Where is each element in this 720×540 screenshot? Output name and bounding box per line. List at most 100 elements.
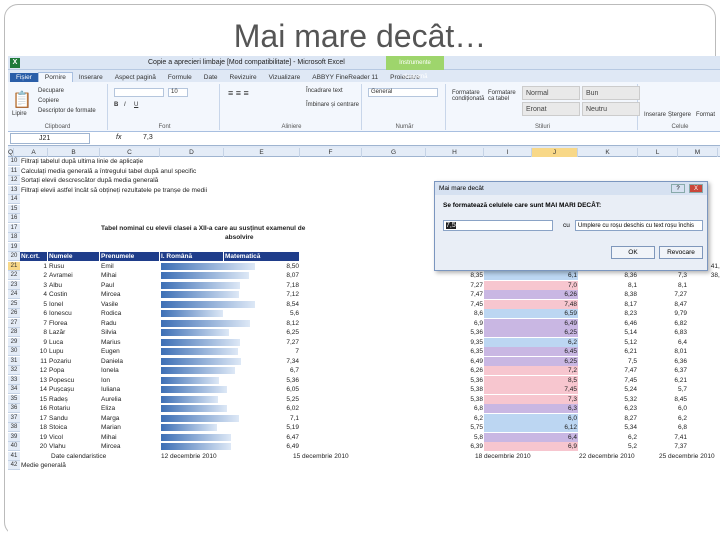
cell-chimie[interactable]: 5,12 [578, 338, 638, 347]
cell-franceza[interactable]: 7,37 [638, 442, 688, 451]
fx-icon[interactable]: fx [116, 134, 121, 141]
excel-icon[interactable]: X [10, 58, 20, 68]
cell-franceza[interactable]: 9,79 [638, 309, 688, 318]
column-header-b[interactable]: B [48, 148, 100, 157]
cell-matematica[interactable]: 5,36 [460, 376, 484, 385]
cell-prenume[interactable]: Daniela [100, 357, 160, 366]
row-header[interactable]: 32 [8, 366, 20, 375]
cell-nr[interactable]: 1 [20, 262, 48, 271]
delete-cells-button[interactable]: Ștergere [668, 112, 691, 118]
cell-fizica[interactable]: 6,49 [484, 318, 578, 328]
cell-nume[interactable]: Luca [48, 338, 100, 347]
name-box[interactable]: J21 [10, 133, 90, 144]
cell-nr[interactable]: 8 [20, 328, 48, 337]
tab-7[interactable]: Vizualizare [263, 73, 307, 82]
help-icon[interactable]: ? [671, 184, 685, 193]
style-normal[interactable]: Normal [522, 86, 580, 100]
column-header-j[interactable]: J [532, 148, 578, 157]
italic-button[interactable]: I [124, 102, 126, 108]
formula-input[interactable]: 7,3 [143, 134, 153, 141]
paste-button[interactable]: Lipire [12, 111, 27, 117]
row-header[interactable]: 31 [8, 356, 20, 366]
align-icon[interactable]: ≡ ≡ ≡ [228, 88, 249, 98]
cell-prenume[interactable]: Vasile [100, 300, 160, 309]
row-header[interactable]: 18 [8, 233, 20, 242]
column-header-e[interactable]: E [224, 148, 300, 157]
cell-media[interactable] [688, 357, 720, 366]
cell-franceza[interactable]: 6,82 [638, 319, 688, 328]
cell-fizica[interactable]: 7,0 [484, 280, 578, 290]
cell-media[interactable] [688, 338, 720, 347]
cell-media[interactable] [688, 300, 720, 309]
cell-media[interactable] [688, 281, 720, 290]
cell-fizica[interactable]: 6,45 [484, 347, 578, 356]
table-header-2[interactable]: Prenumele [100, 252, 159, 261]
cell-fizica[interactable]: 6,4 [484, 432, 578, 442]
cell-media[interactable] [688, 366, 720, 375]
cell-matematica[interactable]: 8,6 [460, 309, 484, 318]
cell-fizica[interactable]: 6,26 [484, 290, 578, 299]
cell-prenume[interactable]: Iuliana [100, 385, 160, 394]
style-bad[interactable]: Eronat [522, 102, 580, 116]
row-header[interactable]: 39 [8, 432, 20, 442]
cell-matematica[interactable]: 6,9 [460, 319, 484, 328]
cell-prenume[interactable]: Ion [100, 376, 160, 385]
cell-romana[interactable]: 8,54 [244, 300, 300, 309]
cell-prenume[interactable]: Marian [100, 423, 160, 432]
cell-nr[interactable]: 19 [20, 433, 48, 442]
cell-nr[interactable]: 13 [20, 376, 48, 385]
cell-chimie[interactable]: 7,5 [578, 357, 638, 366]
cell-prenume[interactable]: Eugen [100, 347, 160, 356]
cell-matematica[interactable]: 7,47 [460, 290, 484, 299]
column-header-d[interactable]: D [160, 148, 224, 157]
table-header-3[interactable]: I. Română [160, 252, 223, 261]
cell-franceza[interactable]: 8,1 [638, 281, 688, 290]
row-header[interactable]: 27 [8, 318, 20, 328]
cell-chimie[interactable]: 8,36 [578, 271, 638, 280]
cell-nr[interactable]: 20 [20, 442, 48, 451]
paste-icon[interactable]: 📋 [12, 90, 32, 110]
cell-franceza[interactable]: 8,47 [638, 300, 688, 309]
tab-5[interactable]: Date [198, 73, 224, 82]
font-family-select[interactable] [114, 88, 164, 97]
cell-chimie[interactable]: 5,24 [578, 385, 638, 394]
cell-chimie[interactable]: 5,14 [578, 328, 638, 337]
cell-prenume[interactable]: Mircea [100, 442, 160, 451]
cell-franceza[interactable]: 5,7 [638, 385, 688, 394]
cell-fizica[interactable]: 8,5 [484, 375, 578, 385]
cell-nr[interactable]: 7 [20, 319, 48, 328]
cell-nr[interactable]: 11 [20, 357, 48, 366]
cell-prenume[interactable]: Mihai [100, 271, 160, 280]
cell-franceza[interactable]: 6,0 [638, 404, 688, 413]
format-painter-button[interactable]: Descriptor de formate [38, 108, 96, 114]
cut-button[interactable]: Decupare [38, 88, 64, 94]
cell-chimie[interactable]: 8,23 [578, 309, 638, 318]
cell-romana[interactable]: 7,27 [244, 338, 300, 347]
cell-chimie[interactable]: 5,2 [578, 442, 638, 451]
cell-nr[interactable]: 17 [20, 414, 48, 423]
wrap-text-button[interactable]: Încadrare text [306, 88, 343, 94]
cell-nr[interactable]: 16 [20, 404, 48, 413]
cell-fizica[interactable]: 6,9 [484, 442, 578, 451]
ok-button[interactable]: OK [611, 246, 655, 259]
cell-prenume[interactable]: Mihai [100, 433, 160, 442]
row-header[interactable]: 15 [8, 204, 20, 214]
cell-nume[interactable]: Ionel [48, 300, 100, 309]
cell-nume[interactable]: Avramei [48, 271, 100, 280]
cell-matematica[interactable]: 6,8 [460, 404, 484, 413]
row-header[interactable]: 30 [8, 347, 20, 356]
cell-fizica[interactable]: 6,12 [484, 423, 578, 432]
cell-prenume[interactable]: Marius [100, 338, 160, 347]
cell-romana[interactable]: 6,47 [244, 433, 300, 442]
cell-prenume[interactable]: Paul [100, 281, 160, 290]
tab-0[interactable]: Fișier [10, 73, 38, 82]
style-good[interactable]: Bun [582, 86, 640, 100]
cell-matematica[interactable]: 9,35 [460, 338, 484, 347]
cell-nume[interactable]: Costin [48, 290, 100, 299]
bold-button[interactable]: B [114, 102, 118, 108]
cell-media[interactable] [688, 433, 720, 442]
cell-media[interactable] [688, 423, 720, 432]
row-header[interactable]: 16 [8, 214, 20, 223]
row-header[interactable]: 33 [8, 375, 20, 385]
cell-romana[interactable]: 7,12 [244, 290, 300, 299]
